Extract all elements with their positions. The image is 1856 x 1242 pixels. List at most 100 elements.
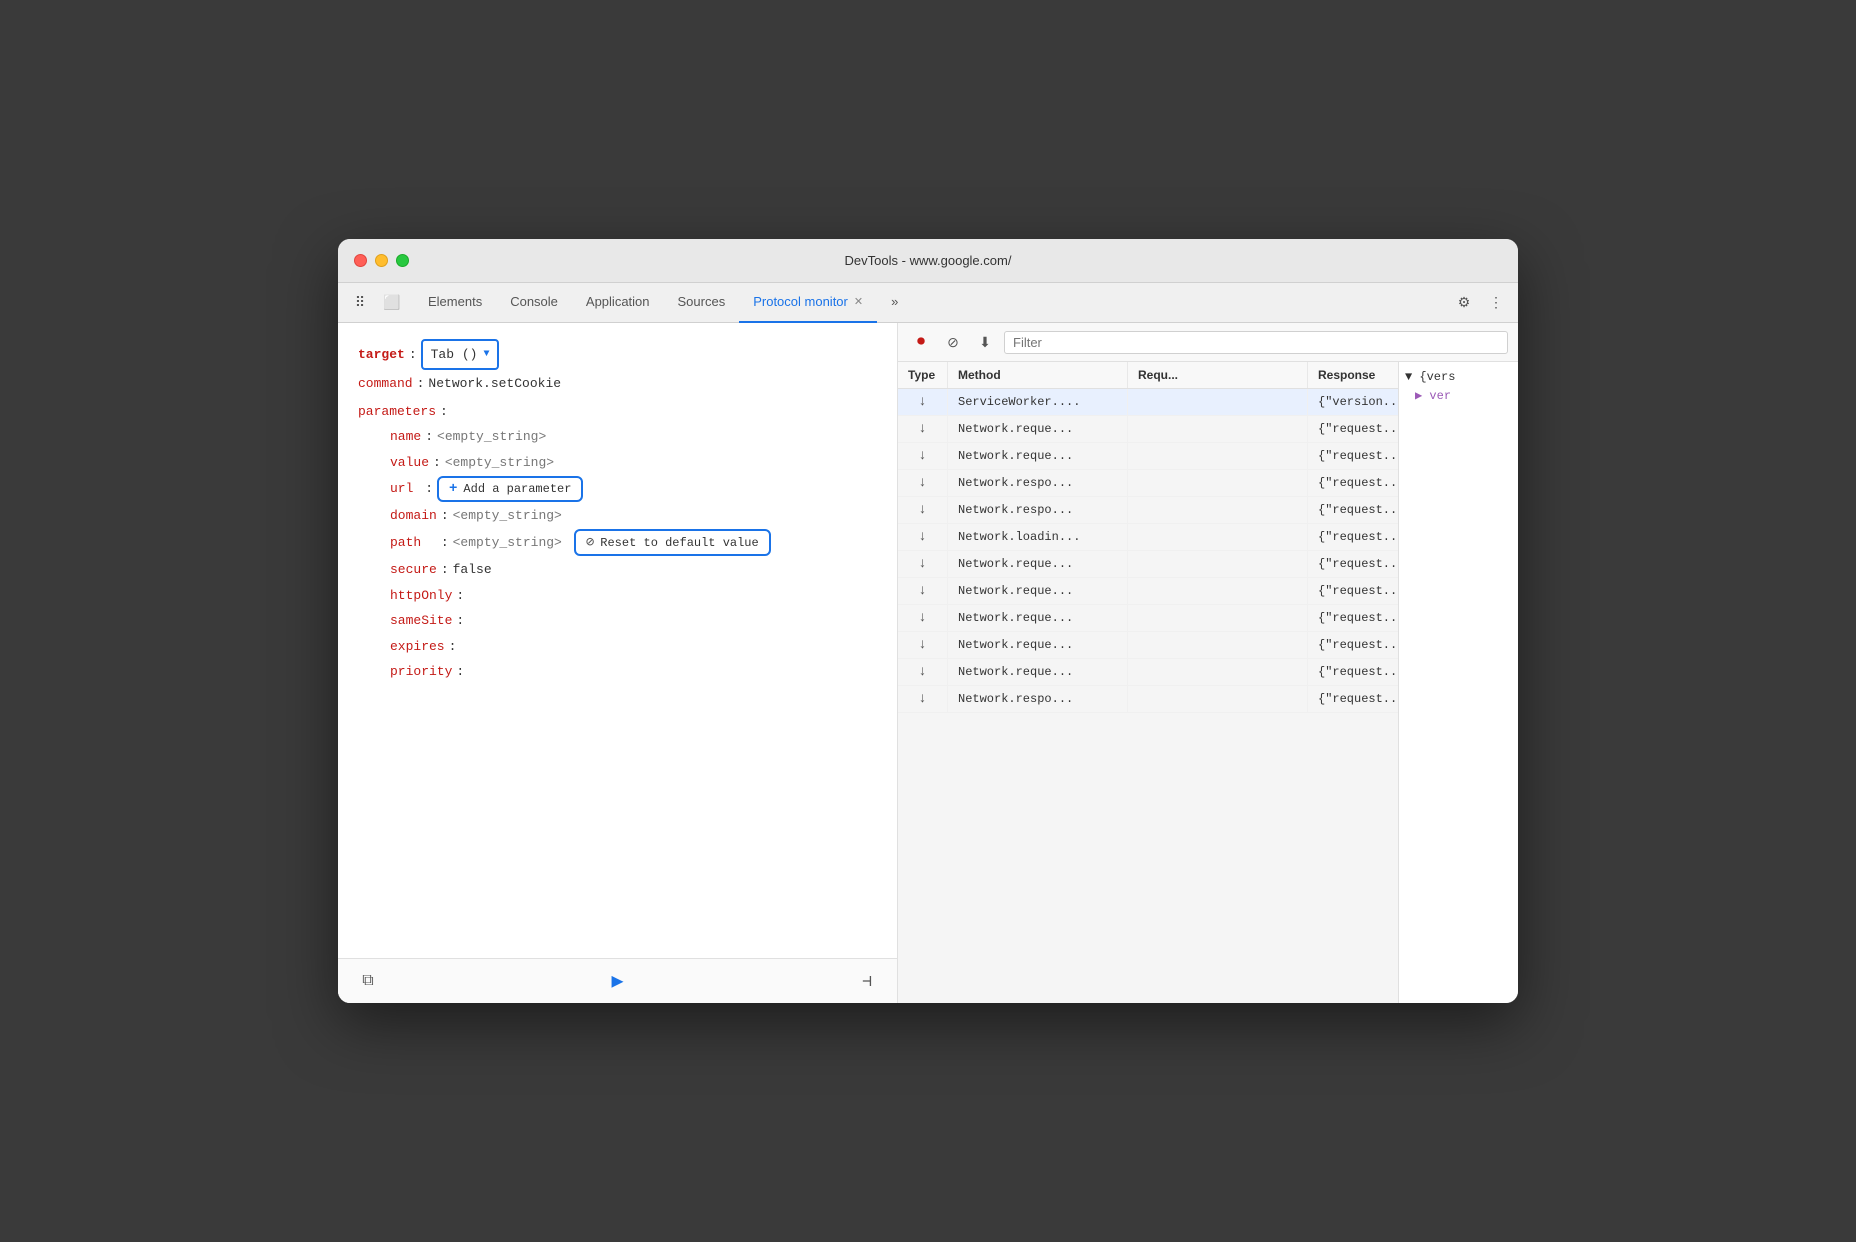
row-method: Network.reque... — [948, 443, 1128, 469]
col-request: Requ... — [1128, 362, 1308, 388]
device-toolbar-icon[interactable]: ⬜ — [378, 289, 406, 317]
tab-bar-actions: ⚙ ⋮ — [1450, 289, 1510, 317]
add-param-label: Add a parameter — [463, 482, 571, 496]
command-key: command — [358, 372, 413, 395]
download-button[interactable]: ⬇ — [972, 329, 998, 355]
value-value: <empty_string> — [445, 451, 554, 474]
row-arrow: ↓ — [898, 551, 948, 577]
samesite-row: sameSite : — [358, 609, 877, 632]
tab-protocol-monitor[interactable]: Protocol monitor ✕ — [739, 283, 877, 323]
row-response: {"request... — [1308, 551, 1398, 577]
element-picker-icon[interactable]: ⠿ — [346, 289, 374, 317]
tab-more[interactable]: » — [877, 283, 912, 323]
tab-close-icon[interactable]: ✕ — [854, 295, 863, 308]
url-key: url — [390, 477, 413, 500]
table-header: Type Method Requ... Response El.↑ — [898, 362, 1398, 389]
row-request — [1128, 659, 1308, 685]
table-row[interactable]: ↓ Network.reque... {"request... — [898, 632, 1398, 659]
tab-console[interactable]: Console — [496, 283, 572, 323]
row-response: {"request... — [1308, 578, 1398, 604]
window-title: DevTools - www.google.com/ — [845, 253, 1012, 268]
row-method: Network.reque... — [948, 551, 1128, 577]
table-row[interactable]: ↓ Network.reque... {"request... — [898, 443, 1398, 470]
row-method: Network.reque... — [948, 605, 1128, 631]
table-row[interactable]: ↓ ServiceWorker.... {"version... — [898, 389, 1398, 416]
main-content: target : Tab () ▼ command : Network.setC… — [338, 323, 1518, 1003]
tab-application[interactable]: Application — [572, 283, 664, 323]
priority-key: priority — [390, 660, 452, 683]
table-row[interactable]: ↓ Network.respo... {"request... — [898, 497, 1398, 524]
table-row[interactable]: ↓ Network.reque... {"request... — [898, 605, 1398, 632]
name-row: name : <empty_string> — [358, 425, 877, 448]
target-value: Tab () — [431, 343, 478, 366]
table-row[interactable]: ↓ Network.reque... {"request... — [898, 551, 1398, 578]
secure-key: secure — [390, 558, 437, 581]
copy-icon[interactable]: ⧉ — [354, 967, 382, 995]
row-method: Network.reque... — [948, 632, 1128, 658]
tab-sources[interactable]: Sources — [664, 283, 740, 323]
plus-icon: + — [449, 481, 457, 497]
right-content: ⏺ ⊘ ⬇ Type Method — [898, 323, 1518, 1003]
row-response: {"request... — [1308, 497, 1398, 523]
row-request — [1128, 578, 1308, 604]
traffic-lights — [354, 254, 409, 267]
name-value: <empty_string> — [437, 425, 546, 448]
target-dropdown[interactable]: Tab () ▼ — [421, 339, 500, 370]
close-button[interactable] — [354, 254, 367, 267]
url-row: url : + Add a parameter — [358, 476, 877, 502]
row-method: Network.reque... — [948, 416, 1128, 442]
row-request — [1128, 389, 1308, 415]
row-method: Network.reque... — [948, 659, 1128, 685]
table-row[interactable]: ↓ Network.loadin... {"request... — [898, 524, 1398, 551]
col-type: Type — [898, 362, 948, 388]
row-response: {"request... — [1308, 686, 1398, 712]
row-method: Network.reque... — [948, 578, 1128, 604]
samesite-key: sameSite — [390, 609, 452, 632]
row-request — [1128, 416, 1308, 442]
row-arrow: ↓ — [898, 470, 948, 496]
stop-recording-button[interactable]: ⏺ — [908, 329, 934, 355]
row-request — [1128, 605, 1308, 631]
tab-elements[interactable]: Elements — [414, 283, 496, 323]
row-response: {"version... — [1308, 389, 1398, 415]
table-row[interactable]: ↓ Network.reque... {"request... — [898, 578, 1398, 605]
left-panel: target : Tab () ▼ command : Network.setC… — [338, 323, 898, 1003]
httponly-row: httpOnly : — [358, 584, 877, 607]
row-arrow: ↓ — [898, 686, 948, 712]
row-request — [1128, 551, 1308, 577]
table-row[interactable]: ↓ Network.respo... {"request... — [898, 470, 1398, 497]
col-method: Method — [948, 362, 1128, 388]
row-request — [1128, 470, 1308, 496]
domain-row: domain : <empty_string> — [358, 504, 877, 527]
table-row[interactable]: ↓ Network.respo... {"request... — [898, 686, 1398, 713]
filter-input[interactable] — [1004, 331, 1508, 354]
row-arrow: ↓ — [898, 605, 948, 631]
domain-key: domain — [390, 504, 437, 527]
minimize-button[interactable] — [375, 254, 388, 267]
settings-icon[interactable]: ⚙ — [1450, 289, 1478, 317]
clear-button[interactable]: ⊘ — [940, 329, 966, 355]
row-arrow: ↓ — [898, 497, 948, 523]
reset-to-default-button[interactable]: ⊘ Reset to default value — [574, 529, 771, 556]
name-key: name — [390, 425, 421, 448]
preview-line2: ▶ ver — [1405, 387, 1512, 406]
row-arrow: ↓ — [898, 632, 948, 658]
row-arrow: ↓ — [898, 443, 948, 469]
table-row[interactable]: ↓ Network.reque... {"request... — [898, 416, 1398, 443]
title-bar: DevTools - www.google.com/ — [338, 239, 1518, 283]
table-row[interactable]: ↓ Network.reque... {"request... — [898, 659, 1398, 686]
httponly-key: httpOnly — [390, 584, 452, 607]
sidebar-toggle-icon[interactable]: ⊣ — [853, 967, 881, 995]
row-request — [1128, 524, 1308, 550]
row-request — [1128, 632, 1308, 658]
add-parameter-button[interactable]: + Add a parameter — [437, 476, 583, 502]
row-response: {"request... — [1308, 605, 1398, 631]
maximize-button[interactable] — [396, 254, 409, 267]
table-body-wrapper: Type Method Requ... Response El.↑ — [898, 362, 1518, 1003]
expires-key: expires — [390, 635, 445, 658]
right-toolbar: ⏺ ⊘ ⬇ — [898, 323, 1518, 362]
row-method: ServiceWorker.... — [948, 389, 1128, 415]
more-options-icon[interactable]: ⋮ — [1482, 289, 1510, 317]
send-button[interactable]: ▶ — [611, 968, 623, 994]
tabs: Elements Console Application Sources Pro… — [414, 283, 1450, 323]
